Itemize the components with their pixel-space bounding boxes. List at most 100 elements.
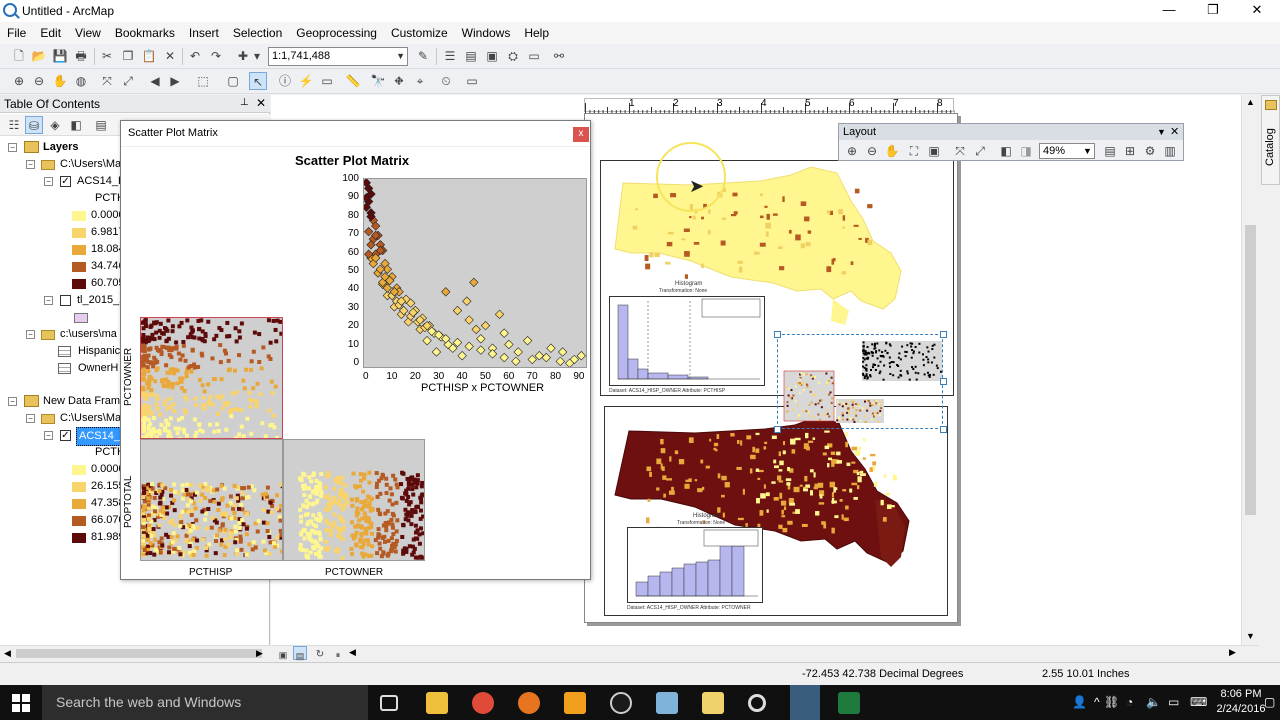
paste-icon[interactable]: 📋 xyxy=(140,47,158,65)
find-icon[interactable]: 🔭 xyxy=(369,72,387,90)
excel-icon[interactable] xyxy=(838,692,860,714)
matrix-cell-pcthisp-poptotal[interactable] xyxy=(140,439,283,561)
menu-view[interactable]: View xyxy=(68,22,108,40)
list-by-visibility-icon[interactable]: ◈ xyxy=(46,116,64,134)
scroll-right-icon[interactable]: ▶ xyxy=(256,648,263,659)
collapse-icon[interactable]: − xyxy=(44,177,53,186)
people-icon[interactable]: 👤 xyxy=(1072,695,1087,709)
catalog-window-icon[interactable]: ▤ xyxy=(462,47,480,65)
media-icon[interactable] xyxy=(564,692,586,714)
scroll-left-icon[interactable]: ◀ xyxy=(349,647,356,658)
collapse-icon[interactable]: − xyxy=(8,143,17,152)
scatter-window-titlebar[interactable]: Scatter Plot Matrix x xyxy=(121,121,590,147)
go-back-extent-icon[interactable]: ◧ xyxy=(997,142,1015,160)
toolbar-close-icon[interactable]: ✕ xyxy=(1170,124,1179,140)
forward-icon[interactable]: ▶ xyxy=(166,72,184,90)
keyboard-icon[interactable]: ⌨ xyxy=(1190,695,1207,709)
resize-handle[interactable] xyxy=(940,378,947,385)
toc-options-icon[interactable]: ▤ xyxy=(92,116,110,134)
maximize-button[interactable]: ❐ xyxy=(1190,0,1236,22)
minimize-button[interactable]: — xyxy=(1146,0,1192,22)
toolbar-menu-icon[interactable]: ▼ xyxy=(1157,124,1166,140)
copy-icon[interactable]: ❐ xyxy=(119,47,137,65)
select-features-icon[interactable]: ⬚ xyxy=(194,72,212,90)
cut-icon[interactable]: ✂ xyxy=(98,47,116,65)
undo-icon[interactable]: ↶ xyxy=(186,47,204,65)
app-circle-icon[interactable] xyxy=(748,694,766,712)
notifications-icon[interactable]: ▢ xyxy=(1264,695,1275,709)
taskbar-search-box[interactable]: Search the web and Windows xyxy=(42,685,368,720)
create-viewer-icon[interactable]: ▭ xyxy=(463,72,481,90)
data-frame-owner-map[interactable]: Histogram Transformation: None Dataset: … xyxy=(604,406,948,616)
selected-graph-element[interactable] xyxy=(774,331,947,433)
redo-icon[interactable]: ↷ xyxy=(207,47,225,65)
pause-drawing-icon[interactable]: ⏸ xyxy=(331,646,345,660)
menu-help[interactable]: Help xyxy=(517,22,556,40)
catalog-tab[interactable]: Catalog xyxy=(1261,95,1280,185)
fixed-zoom-in-icon[interactable]: ⤧ xyxy=(951,142,969,160)
menu-file[interactable]: File xyxy=(0,22,33,40)
list-by-drawing-order-icon[interactable]: ☷ xyxy=(5,116,23,134)
battery-icon[interactable]: ▭ xyxy=(1168,695,1179,709)
hp-icon[interactable] xyxy=(610,692,632,714)
back-icon[interactable]: ◀ xyxy=(146,72,164,90)
resize-handle[interactable] xyxy=(774,426,781,433)
clear-selection-icon[interactable]: ▢ xyxy=(224,72,242,90)
go-forward-extent-icon[interactable]: ◨ xyxy=(1017,142,1035,160)
scroll-up-icon[interactable]: ▲ xyxy=(1246,97,1255,107)
open-icon[interactable]: 📂 xyxy=(30,47,48,65)
volume-icon[interactable]: 🔈 xyxy=(1146,695,1161,709)
zoom-out-icon[interactable]: ⊖ xyxy=(30,72,48,90)
change-layout-icon[interactable]: ⚙ xyxy=(1141,142,1159,160)
toc-close-icon[interactable]: ✕ xyxy=(256,96,266,110)
file-explorer-icon[interactable] xyxy=(426,692,448,714)
print-icon[interactable]: 🖶 xyxy=(72,47,90,65)
main-scatter-plot-area[interactable] xyxy=(363,178,587,368)
toc-window-icon[interactable]: ☰ xyxy=(441,47,459,65)
find-route-icon[interactable]: ⛖ xyxy=(390,72,408,90)
add-data-icon[interactable]: ✚ xyxy=(234,47,252,65)
toggle-draft-mode-icon[interactable]: ▤ xyxy=(1101,142,1119,160)
resize-handle[interactable] xyxy=(940,331,947,338)
windows-start-icon[interactable] xyxy=(12,694,30,712)
collapse-icon[interactable]: − xyxy=(26,414,35,423)
list-by-selection-icon[interactable]: ◧ xyxy=(67,116,85,134)
arcmap-taskbar-icon[interactable] xyxy=(790,685,820,720)
network-icon[interactable]: ⛓ xyxy=(1104,695,1119,709)
zoom-100-icon[interactable]: ▣ xyxy=(925,142,943,160)
focus-data-frame-icon[interactable]: ⊞ xyxy=(1121,142,1139,160)
layer-visibility-checkbox[interactable]: ✓ xyxy=(60,176,71,187)
layout-zoom-out-icon[interactable]: ⊖ xyxy=(863,142,881,160)
scroll-right-icon[interactable]: ▶ xyxy=(1229,647,1236,658)
collapse-icon[interactable]: − xyxy=(26,330,35,339)
save-icon[interactable]: 💾 xyxy=(51,47,69,65)
scroll-thumb[interactable] xyxy=(1245,225,1256,515)
pan-icon[interactable]: ✋ xyxy=(51,72,69,90)
collapse-icon[interactable]: − xyxy=(8,397,17,406)
show-hidden-icons[interactable]: ^ xyxy=(1094,695,1100,709)
resize-handle[interactable] xyxy=(774,331,781,338)
fixed-zoom-out-icon[interactable]: ⤢ xyxy=(971,142,989,160)
zoom-in-icon[interactable]: ⊕ xyxy=(10,72,28,90)
layout-zoom-select[interactable]: 49% ▼ xyxy=(1039,143,1095,159)
arctoolbox-icon[interactable]: ⛭ xyxy=(504,47,522,65)
model-builder-icon[interactable]: ⚯ xyxy=(550,47,568,65)
chrome-icon[interactable] xyxy=(472,692,494,714)
data-driven-pages-icon[interactable]: ▥ xyxy=(1161,142,1179,160)
menu-insert[interactable]: Insert xyxy=(182,22,226,40)
scroll-down-icon[interactable]: ▼ xyxy=(1246,631,1255,641)
refresh-icon[interactable]: ↻ xyxy=(313,646,327,660)
measure-icon[interactable]: 📏 xyxy=(344,72,362,90)
notes-icon[interactable] xyxy=(656,692,678,714)
menu-selection[interactable]: Selection xyxy=(226,22,289,40)
menu-bookmarks[interactable]: Bookmarks xyxy=(108,22,182,40)
close-button[interactable]: ✕ xyxy=(1234,0,1280,22)
layout-zoom-in-icon[interactable]: ⊕ xyxy=(843,142,861,160)
layout-pan-icon[interactable]: ✋ xyxy=(883,142,901,160)
python-window-icon[interactable]: ▭ xyxy=(525,47,543,65)
matrix-cell-pcthisp-pctowner[interactable] xyxy=(140,317,283,439)
folder-icon[interactable] xyxy=(702,692,724,714)
full-extent-icon[interactable]: ◍ xyxy=(72,72,90,90)
zoom-whole-page-icon[interactable]: ⛶ xyxy=(905,142,923,160)
go-to-xy-icon[interactable]: ⌖ xyxy=(411,72,429,90)
